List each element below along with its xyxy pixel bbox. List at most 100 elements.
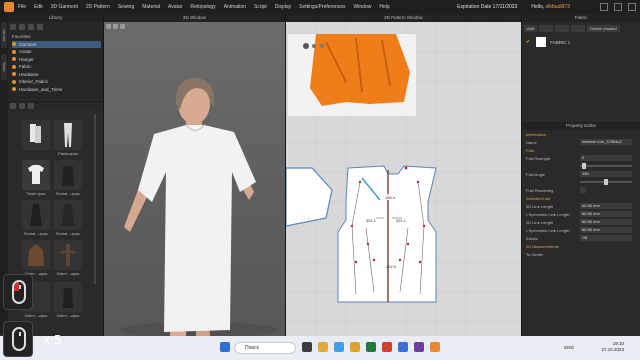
tree-item-garment[interactable]: Garment bbox=[12, 40, 101, 48]
forward-icon[interactable] bbox=[19, 23, 25, 30]
pattern-canvas[interactable]: 106.4 391.1 391.1 422.5 bbox=[286, 22, 522, 336]
menu-script[interactable]: Script bbox=[254, 4, 267, 10]
prop-to-center[interactable]: To Center bbox=[522, 250, 640, 258]
section-selected-line[interactable]: Selected Line bbox=[522, 194, 640, 202]
app-icon[interactable] bbox=[382, 342, 392, 352]
tree-item-hardware-trims[interactable]: Hardware_and_Trims bbox=[12, 86, 101, 94]
prop-fold-angle-slider bbox=[522, 178, 640, 186]
prop-name: Name Internal Line_22394c2 bbox=[522, 138, 640, 146]
menu-bar: File Edit 3D Garment 2D Pattern Sewing M… bbox=[0, 0, 640, 14]
library-thumb[interactable] bbox=[22, 120, 50, 158]
library-thumb[interactable]: Garm....zpac bbox=[54, 240, 82, 278]
chrome-icon[interactable] bbox=[350, 342, 360, 352]
menu-avatar[interactable]: Avatar bbox=[168, 4, 182, 10]
fold-rendering-checkbox[interactable] bbox=[580, 187, 586, 193]
language-indicator[interactable]: ENG bbox=[564, 345, 574, 350]
tree-item-interior-fabric[interactable]: Interior_Fabric bbox=[12, 78, 101, 86]
menu-window[interactable]: Window bbox=[354, 4, 372, 10]
library-thumb[interactable]: Garm....zpac bbox=[22, 240, 50, 278]
task-view-icon[interactable] bbox=[302, 342, 312, 352]
library-thumb[interactable]: Tshirt.zpac bbox=[22, 160, 50, 198]
side-tab-library[interactable]: Library bbox=[1, 22, 7, 48]
name-field[interactable]: Internal Line_22394c2 bbox=[580, 139, 632, 145]
edge-icon[interactable] bbox=[334, 342, 344, 352]
prop-fold-strength-slider bbox=[522, 162, 640, 170]
mouse-icon bbox=[12, 280, 26, 304]
import-fabric-button[interactable] bbox=[555, 25, 570, 32]
library-thumb[interactable]: Femal....zpac bbox=[22, 200, 50, 238]
menu-sewing[interactable]: Sewing bbox=[118, 4, 134, 10]
menu-material[interactable]: Material bbox=[142, 4, 160, 10]
section-3d-measurements[interactable]: 3D Measurements bbox=[522, 242, 640, 250]
taskbar-search[interactable]: Поиск bbox=[234, 342, 296, 354]
tree-item-hardware[interactable]: Hardware bbox=[12, 71, 101, 79]
file-explorer-icon[interactable] bbox=[318, 342, 328, 352]
add-folder-icon[interactable] bbox=[37, 23, 43, 30]
mouse-overlay bbox=[3, 321, 33, 357]
library-scrollbar[interactable] bbox=[94, 114, 96, 284]
checkmark-icon: ✔ bbox=[526, 39, 531, 45]
app-icon[interactable] bbox=[398, 342, 408, 352]
section-information[interactable]: Information bbox=[522, 130, 640, 138]
fold-strength-slider[interactable] bbox=[580, 163, 632, 169]
sort-icon[interactable] bbox=[28, 103, 34, 109]
side-tab-store[interactable]: Store bbox=[1, 54, 7, 80]
fold-strength-field[interactable]: 0 bbox=[580, 155, 632, 161]
tree-item-hanger[interactable]: Hanger bbox=[12, 56, 101, 64]
tree-label: Interior_Fabric bbox=[19, 79, 49, 85]
clo-app-icon[interactable] bbox=[430, 342, 440, 352]
back-icon[interactable] bbox=[10, 23, 16, 30]
tree-item-avatar[interactable]: Avatar bbox=[12, 48, 101, 56]
fabric-name: FABRIC 1 bbox=[550, 39, 571, 45]
thumb-label: Garm....zpac bbox=[24, 313, 48, 318]
fabric-item[interactable]: ✔ FABRIC 1 bbox=[522, 35, 640, 49]
menu-retopology[interactable]: Retopology bbox=[190, 4, 215, 10]
windows-start-icon[interactable] bbox=[220, 342, 230, 352]
prop-3d-line-length: 3D Line Length 66.80 mm bbox=[522, 202, 640, 210]
copy-fabric-button[interactable] bbox=[539, 25, 554, 32]
fabric-swatch bbox=[536, 37, 547, 47]
excel-icon[interactable] bbox=[366, 342, 376, 352]
menu-2d-pattern[interactable]: 2D Pattern bbox=[86, 4, 110, 10]
export-fabric-button[interactable] bbox=[571, 25, 586, 32]
tree-favorites[interactable]: Favorites bbox=[12, 33, 101, 41]
avatar-3d[interactable] bbox=[104, 22, 286, 336]
maximize-button[interactable] bbox=[614, 3, 622, 11]
window-2d: 2D Pattern Window 106.4 391.1 391.1 422.… bbox=[286, 14, 522, 336]
tree-item-fabric[interactable]: Fabric bbox=[12, 63, 101, 71]
menu-3d-garment[interactable]: 3D Garment bbox=[51, 4, 78, 10]
menu-settings[interactable]: Settings/Preferences bbox=[299, 4, 345, 10]
taskbar-clock[interactable]: 19:10 27.10.2023 bbox=[601, 341, 624, 353]
fold-angle-field[interactable]: 180 bbox=[580, 171, 632, 177]
app-icon[interactable] bbox=[414, 342, 424, 352]
section-label: Selected Line bbox=[526, 195, 551, 201]
library-toolbar bbox=[8, 22, 103, 31]
delete-unused-button[interactable]: Delete Unused bbox=[587, 25, 620, 32]
list-view-icon[interactable] bbox=[19, 103, 25, 109]
section-fold[interactable]: Fold bbox=[522, 146, 640, 154]
grid-view-icon[interactable] bbox=[10, 103, 16, 109]
menu-file[interactable]: File bbox=[18, 4, 26, 10]
fold-angle-slider[interactable] bbox=[580, 179, 632, 185]
2d-line-length-field[interactable]: 66.80 mm bbox=[580, 219, 632, 225]
fabric-toolbar: Add Delete Unused bbox=[522, 22, 640, 35]
thumb-image bbox=[22, 120, 50, 150]
library-thumb[interactable]: Garm....zpac bbox=[54, 282, 82, 320]
elastic-select[interactable]: Off bbox=[580, 235, 632, 241]
prop-symmetric-2d: • Symmetric Line Length 66.80 mm bbox=[522, 226, 640, 234]
library-thumb[interactable]: Pants.zpac bbox=[54, 120, 82, 158]
minimize-button[interactable] bbox=[600, 3, 608, 11]
menu-display[interactable]: Display bbox=[275, 4, 291, 10]
slider-handle[interactable] bbox=[604, 179, 608, 185]
user-greeting[interactable]: Hello, olkfaa9973 bbox=[531, 4, 570, 10]
library-thumb[interactable]: Femal....zpac bbox=[54, 160, 82, 198]
menu-animation[interactable]: Animation bbox=[224, 4, 246, 10]
close-button[interactable] bbox=[628, 3, 636, 11]
library-tree: Favorites Garment Avatar Hanger Fabric H… bbox=[8, 31, 103, 99]
library-thumb[interactable]: Femal....zpac bbox=[54, 200, 82, 238]
slider-handle[interactable] bbox=[582, 163, 586, 169]
menu-help[interactable]: Help bbox=[379, 4, 389, 10]
add-fabric-button[interactable]: Add bbox=[524, 25, 538, 32]
menu-edit[interactable]: Edit bbox=[34, 4, 43, 10]
refresh-icon[interactable] bbox=[28, 23, 34, 30]
